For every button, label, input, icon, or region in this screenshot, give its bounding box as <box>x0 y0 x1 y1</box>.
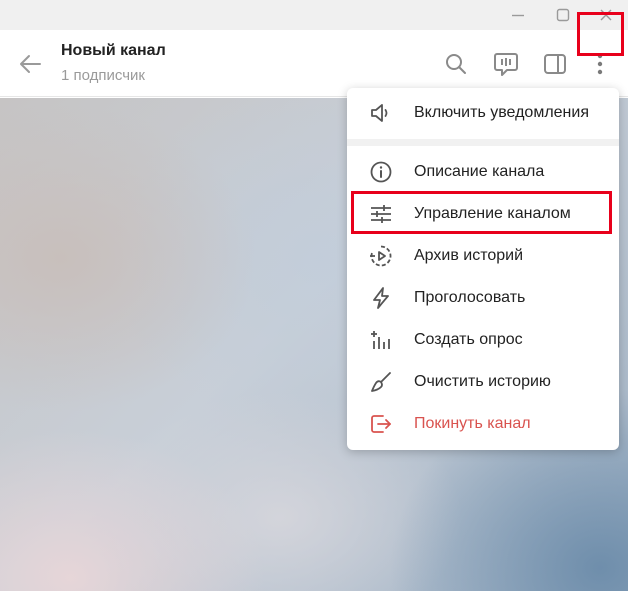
menu-separator <box>347 139 619 146</box>
channel-menu: Включить уведомления Описание канала Упр… <box>347 88 619 450</box>
menu-item-stories-archive[interactable]: Архив историй <box>347 235 619 277</box>
subscriber-count: 1 подписчик <box>61 67 145 84</box>
menu-button-highlight <box>577 12 624 56</box>
stories-archive-icon <box>369 244 393 268</box>
menu-item-label: Создать опрос <box>414 331 523 348</box>
search-icon[interactable] <box>439 48 473 80</box>
menu-item-label: Архив историй <box>414 247 524 264</box>
minimize-icon[interactable] <box>496 0 540 30</box>
speaker-icon <box>369 101 393 125</box>
menu-item-label: Очистить историю <box>414 373 551 390</box>
menu-item-create-poll[interactable]: Создать опрос <box>347 319 619 361</box>
chat-header: Новый канал 1 подписчик <box>0 30 628 97</box>
menu-item-boost[interactable]: Проголосовать <box>347 277 619 319</box>
menu-item-label: Проголосовать <box>414 289 526 306</box>
info-icon <box>369 160 393 184</box>
menu-item-clear-history[interactable]: Очистить историю <box>347 361 619 403</box>
poll-icon <box>369 328 393 352</box>
window-titlebar <box>0 0 628 30</box>
sidebar-icon[interactable] <box>538 48 572 80</box>
manage-channel-highlight <box>351 191 612 234</box>
back-arrow-icon[interactable] <box>12 48 48 80</box>
chat-icon[interactable] <box>489 48 523 80</box>
boost-icon <box>369 286 393 310</box>
menu-item-label: Включить уведомления <box>414 104 589 121</box>
menu-item-label: Описание канала <box>414 163 545 180</box>
broom-icon <box>369 370 393 394</box>
menu-item-enable-notifications[interactable]: Включить уведомления <box>347 92 619 134</box>
menu-item-label: Покинуть канал <box>414 415 531 432</box>
menu-item-leave-channel[interactable]: Покинуть канал <box>347 403 619 445</box>
leave-icon <box>369 412 393 436</box>
menu-item-channel-info[interactable]: Описание канала <box>347 151 619 193</box>
channel-title[interactable]: Новый канал <box>61 42 166 60</box>
